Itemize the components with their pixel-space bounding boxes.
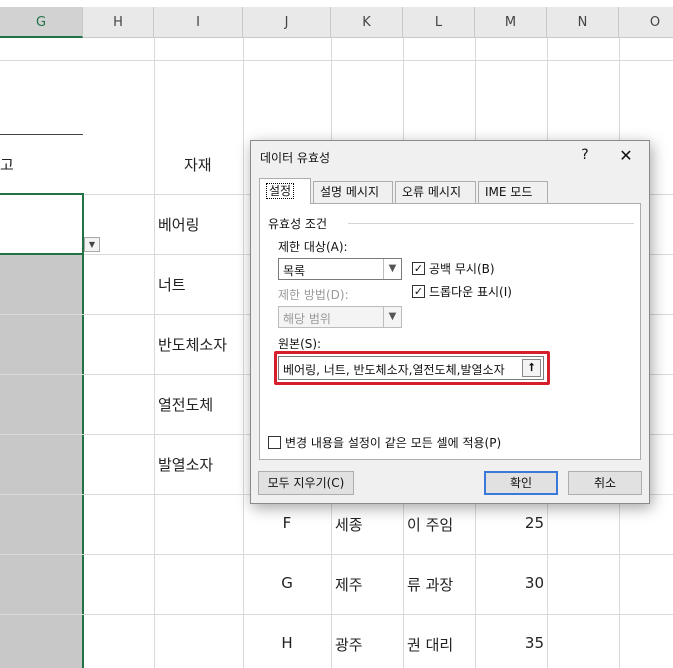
value-cell: 30 [524,574,544,592]
ignore-blank-checkbox[interactable]: ✓ 공백 무시(B) [412,260,495,277]
column-header-k[interactable]: K [331,7,403,38]
city-cell: 세종 [335,516,363,534]
cell-dropdown-button[interactable]: ▼ [84,237,100,252]
column-header-m[interactable]: M [475,7,547,38]
tab-settings[interactable]: 설정 [259,178,311,204]
header-cell-partial: 고 [0,156,14,174]
tab-input-message[interactable]: 설명 메시지 [313,181,393,203]
column-header-n[interactable]: N [547,7,619,38]
allow-label: 제한 대상(A): [278,240,348,254]
chevron-down-icon[interactable]: ▼ [383,259,401,279]
gray-cell-range [0,254,82,668]
checkbox-checked-icon[interactable]: ✓ [412,262,425,275]
code-cell: F [282,514,292,532]
code-cell: H [281,634,293,652]
source-label: 원본(S): [278,337,322,351]
data-combobox: 해당 범위 ▼ [278,306,402,328]
column-header-i[interactable]: I [154,7,243,38]
grid-line-v [154,38,155,668]
validation-criteria-title: 유효성 조건 [268,215,332,232]
dialog-title: 데이터 유효성 [260,151,331,165]
tab-ime-mode[interactable]: IME 모드 [478,181,548,203]
allow-value: 목록 [283,264,306,278]
source-highlight-box [274,351,550,385]
grid-line-h [0,60,673,61]
person-cell: 이 주임 [407,516,454,534]
city-cell: 광주 [335,636,363,654]
apply-all-label: 변경 내용을 설정이 같은 모든 셀에 적용(P) [285,436,502,450]
value-cell: 35 [524,634,544,652]
person-cell: 류 과장 [407,576,454,594]
apply-all-checkbox[interactable]: 변경 내용을 설정이 같은 모든 셀에 적용(P) [268,434,501,451]
material-item: 반도체소자 [158,336,228,354]
value-cell: 25 [524,514,544,532]
tab-error-alert[interactable]: 오류 메시지 [395,181,476,203]
chevron-down-icon: ▼ [383,307,401,327]
material-item: 발열소자 [158,456,214,474]
active-cell[interactable] [0,193,84,255]
ignore-blank-label: 공백 무시(B) [429,262,495,276]
checkbox-unchecked-icon[interactable] [268,436,281,449]
clear-all-button[interactable]: 모두 지우기(C) [258,471,354,495]
selection-border-right [82,194,84,668]
code-cell: G [281,574,293,592]
column-header-l[interactable]: L [403,7,475,38]
help-icon[interactable]: ? [578,147,592,163]
grid-line-h [0,554,673,555]
material-item: 너트 [158,276,186,294]
in-cell-dropdown-checkbox[interactable]: ✓ 드롭다운 표시(I) [412,283,512,300]
header-border-top [0,134,83,135]
cancel-button[interactable]: 취소 [568,471,642,495]
column-header-j[interactable]: J [243,7,331,38]
column-header-g[interactable]: G [0,7,83,38]
data-label: 제한 방법(D): [278,288,349,302]
grid-line-h [0,614,673,615]
ok-button[interactable]: 확인 [484,471,558,495]
data-value: 해당 범위 [283,312,331,326]
checkbox-checked-icon[interactable]: ✓ [412,285,425,298]
material-item: 열전도체 [158,396,214,414]
group-divider [348,223,634,224]
column-header-o[interactable]: O [619,7,673,38]
material-item: 베어링 [158,216,200,234]
allow-combobox[interactable]: 목록 ▼ [278,258,402,280]
close-icon[interactable]: ✕ [617,146,635,165]
material-header: 자재 [184,156,212,174]
data-validation-dialog: 데이터 유효성 ? ✕ 설정 설명 메시지 오류 메시지 IME 모드 유효성 … [250,140,650,504]
settings-panel: 유효성 조건 제한 대상(A): 목록 ▼ ✓ 공백 무시(B) ✓ 드롭다운 … [259,203,641,460]
city-cell: 제주 [335,576,363,594]
in-cell-dropdown-label: 드롭다운 표시(I) [429,285,512,299]
tab-settings-label: 설정 [266,183,295,199]
column-header-h[interactable]: H [83,7,154,38]
person-cell: 권 대리 [407,636,454,654]
